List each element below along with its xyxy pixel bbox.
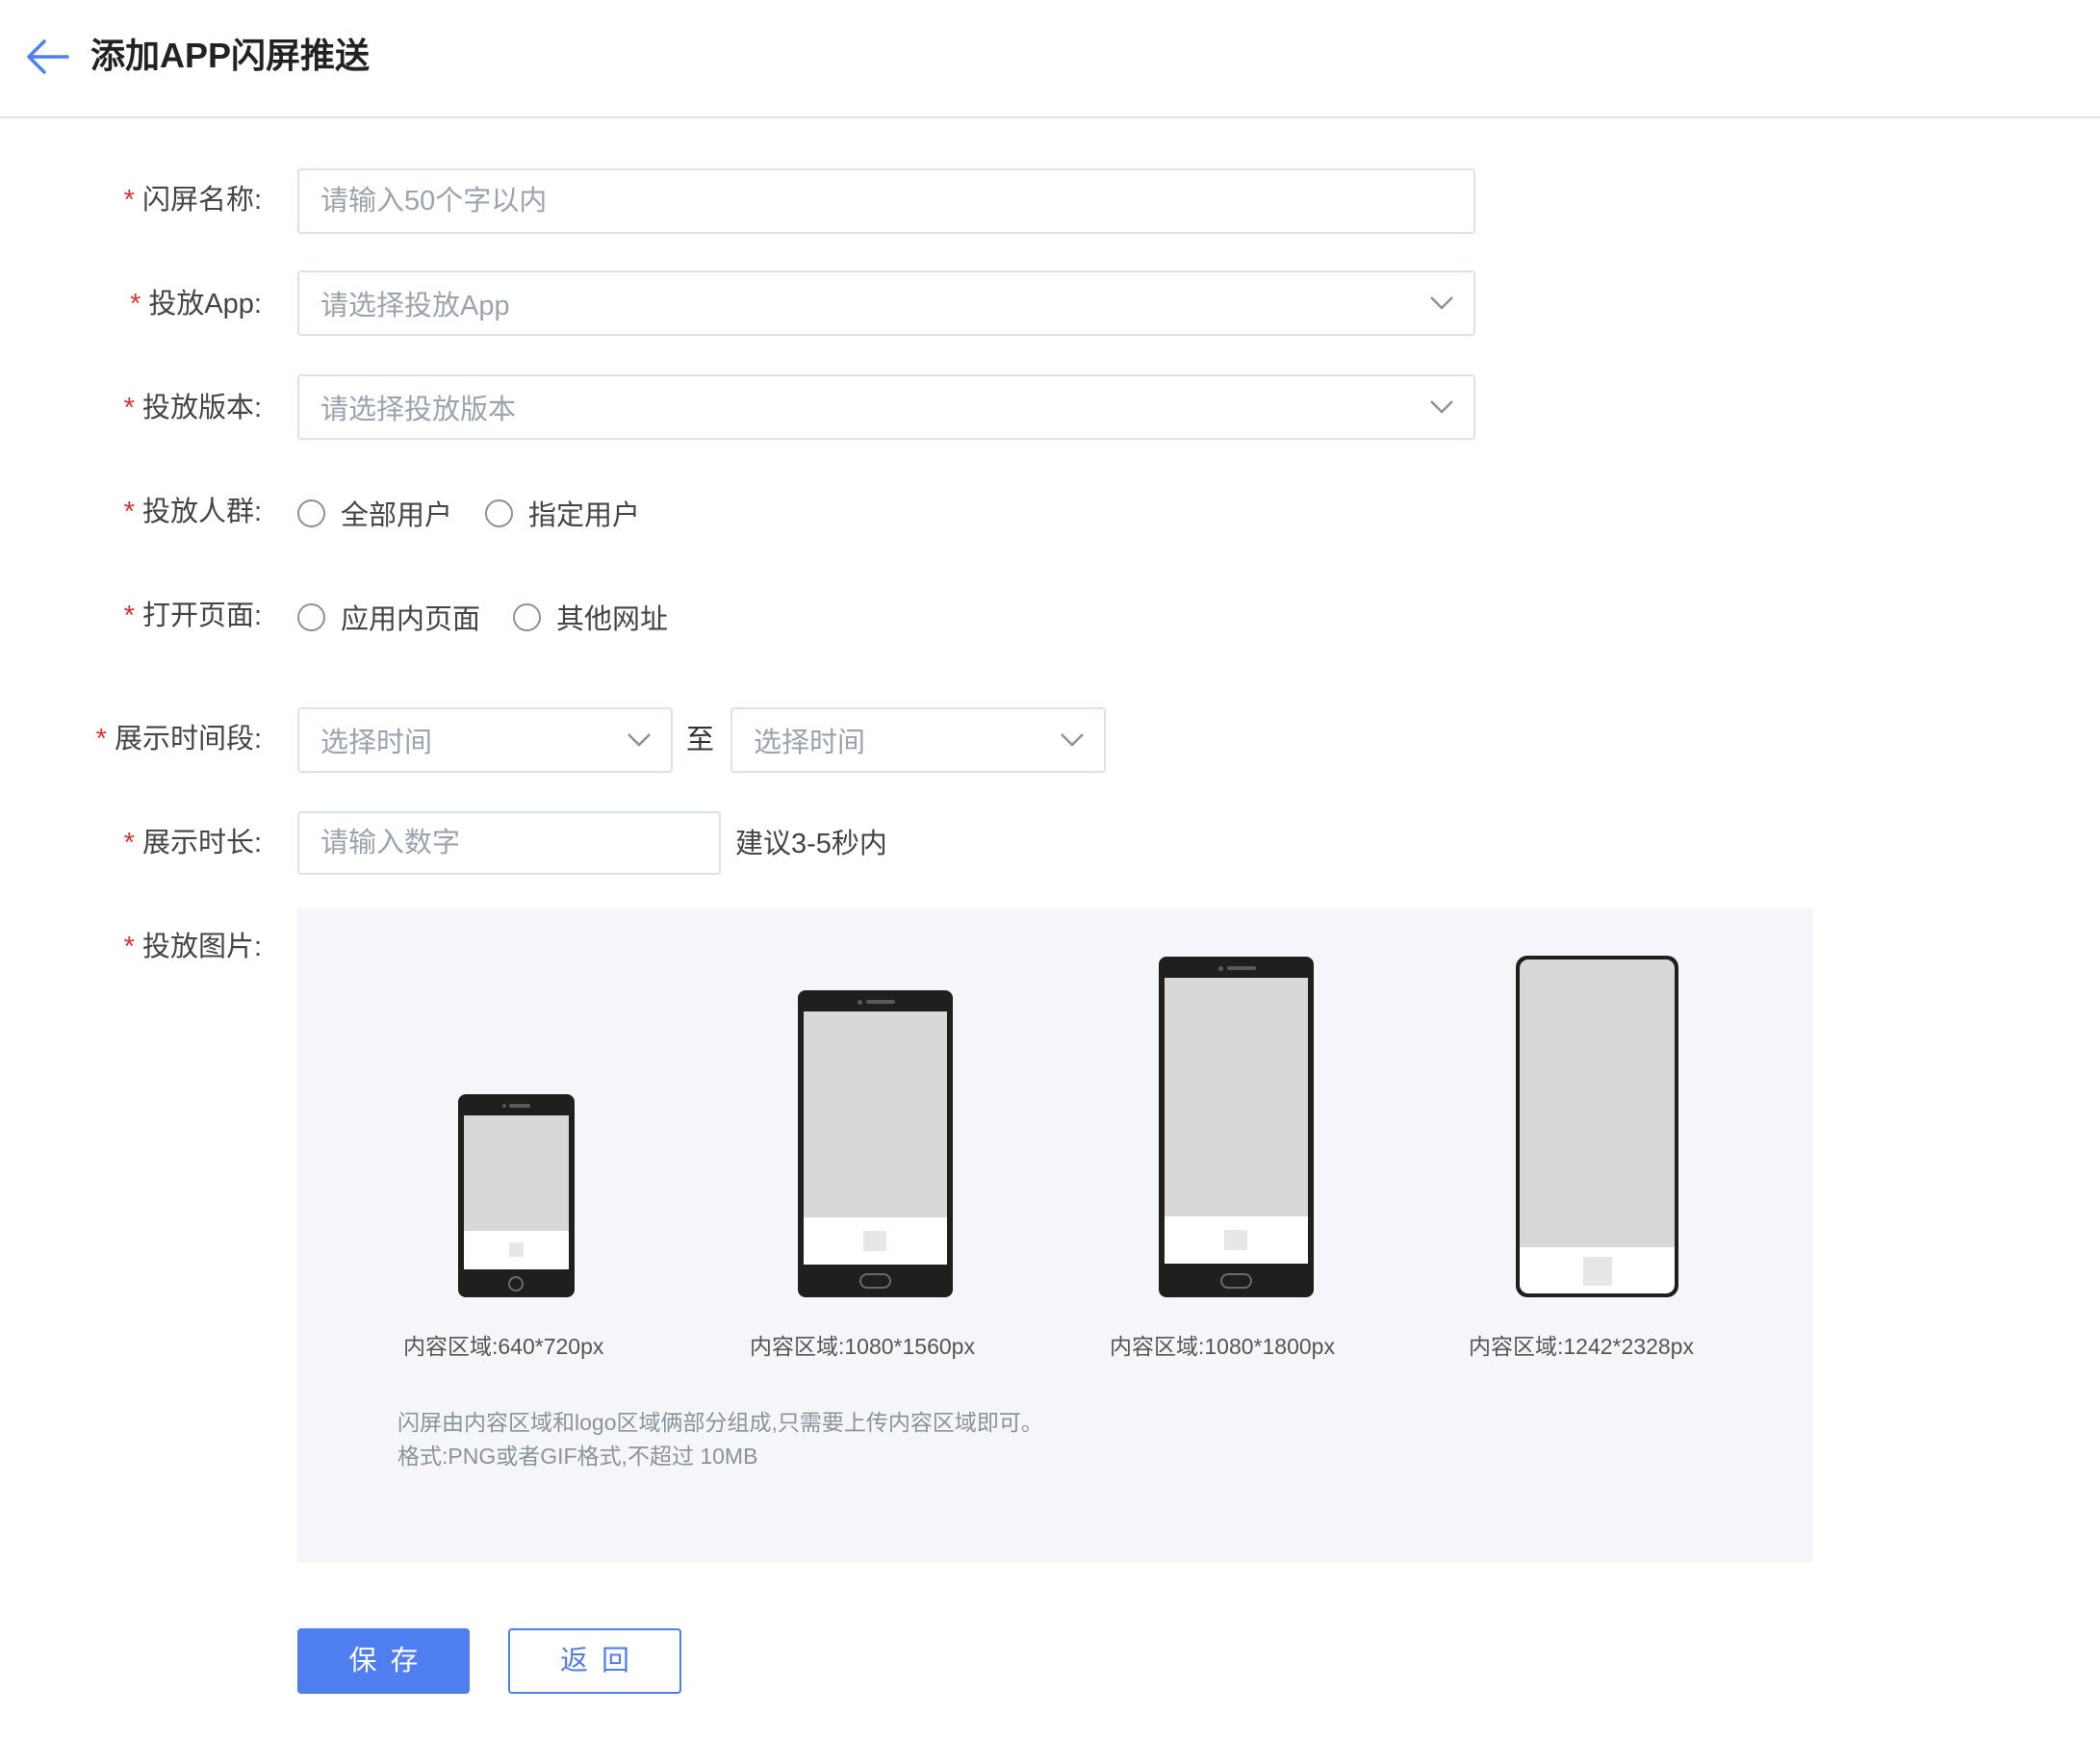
start-time-picker[interactable]: 选择时间 xyxy=(297,707,673,773)
duration-input[interactable] xyxy=(297,811,721,875)
save-button[interactable]: 保存 xyxy=(297,1628,470,1694)
audience-label-text: 投放人群: xyxy=(141,497,262,527)
radio-circle[interactable] xyxy=(297,499,325,527)
audience-radio-group: 全部用户 指定用户 xyxy=(297,494,673,532)
start-time-placeholder: 选择时间 xyxy=(320,728,433,758)
time-range-label: * 展示时间段: xyxy=(0,720,262,758)
required-mark: * xyxy=(123,393,135,423)
phone-mockup-640x720 xyxy=(458,1094,575,1297)
end-time-placeholder: 选择时间 xyxy=(754,728,866,758)
duration-label-text: 展示时长: xyxy=(141,828,262,858)
radio-in-app-page[interactable]: 应用内页面 xyxy=(297,597,480,637)
end-time-picker[interactable]: 选择时间 xyxy=(730,707,1106,773)
phone-mockup-1080x1560 xyxy=(798,990,953,1297)
radio-label: 应用内页面 xyxy=(341,604,481,635)
arrow-left-icon[interactable] xyxy=(25,38,69,76)
size-label-1080x1560: 内容区域:1080*1560px xyxy=(750,1334,975,1359)
audience-label: * 投放人群: xyxy=(0,493,262,531)
page-title: 添加APP闪屏推送 xyxy=(90,36,371,75)
version-label: * 投放版本: xyxy=(0,389,262,427)
size-label-640x720: 内容区域:640*720px xyxy=(403,1334,604,1359)
image-label-text: 投放图片: xyxy=(141,932,262,962)
app-select[interactable]: 请选择投放App xyxy=(297,270,1475,336)
version-label-text: 投放版本: xyxy=(141,393,262,423)
splash-name-input[interactable] xyxy=(297,168,1475,234)
app-label-text: 投放App: xyxy=(148,289,262,320)
required-mark: * xyxy=(95,724,107,755)
duration-label: * 展示时长: xyxy=(0,824,262,862)
open-page-label-text: 打开页面: xyxy=(141,601,262,631)
upload-note-format: 格式:PNG或者GIF格式,不超过 10MB xyxy=(397,1444,758,1469)
chevron-down-icon xyxy=(1430,296,1453,310)
required-mark: * xyxy=(123,828,135,858)
page-header: 添加APP闪屏推送 xyxy=(0,0,2100,118)
back-button[interactable]: 返回 xyxy=(508,1628,681,1694)
radio-label: 指定用户 xyxy=(528,500,641,531)
required-mark: * xyxy=(123,185,135,216)
open-page-radio-group: 应用内页面 其他网址 xyxy=(297,598,701,636)
phone-mockup-1242x2328 xyxy=(1516,956,1678,1297)
image-label: * 投放图片: xyxy=(0,928,262,966)
chevron-down-icon xyxy=(1430,400,1453,414)
duration-hint: 建议3-5秒内 xyxy=(735,829,887,859)
app-label: * 投放App: xyxy=(0,285,262,323)
radio-label: 其他网址 xyxy=(556,604,669,635)
size-label-1242x2328: 内容区域:1242*2328px xyxy=(1469,1334,1694,1359)
size-label-1080x1800: 内容区域:1080*1800px xyxy=(1110,1334,1335,1359)
required-mark: * xyxy=(123,497,135,527)
required-mark: * xyxy=(123,932,135,962)
radio-circle[interactable] xyxy=(513,602,542,631)
chevron-down-icon xyxy=(1061,733,1084,747)
name-label-text: 闪屏名称: xyxy=(141,185,262,216)
version-select[interactable]: 请选择投放版本 xyxy=(297,374,1475,440)
app-select-placeholder: 请选择投放App xyxy=(320,291,510,321)
radio-circle[interactable] xyxy=(485,499,514,527)
radio-other-url[interactable]: 其他网址 xyxy=(513,597,668,637)
time-range-label-text: 展示时间段: xyxy=(114,724,262,755)
radio-specified-users[interactable]: 指定用户 xyxy=(485,493,640,533)
required-mark: * xyxy=(123,601,135,631)
open-page-label: * 打开页面: xyxy=(0,597,262,635)
radio-label: 全部用户 xyxy=(341,500,453,531)
chevron-down-icon xyxy=(627,733,651,747)
time-range-separator: 至 xyxy=(686,725,715,755)
image-upload-panel[interactable]: 内容区域:640*720px 内容区域:1080*1560px 内容区域:108… xyxy=(297,908,1813,1563)
radio-all-users[interactable]: 全部用户 xyxy=(297,493,452,533)
radio-circle[interactable] xyxy=(297,602,325,631)
version-select-placeholder: 请选择投放版本 xyxy=(320,395,517,425)
name-label: * 闪屏名称: xyxy=(0,181,262,219)
upload-note-composition: 闪屏由内容区域和logo区域俩部分组成,只需要上传内容区域即可。 xyxy=(397,1410,1043,1435)
required-mark: * xyxy=(130,289,141,320)
phone-mockup-1080x1800 xyxy=(1159,957,1314,1297)
